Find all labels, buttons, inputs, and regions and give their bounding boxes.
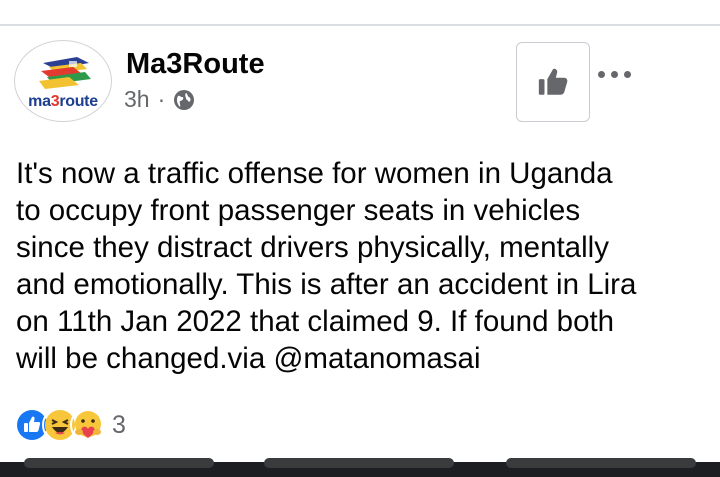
ma3route-logo-icon [39,57,91,89]
more-dot [611,70,618,78]
action-button-comment[interactable] [264,458,454,468]
post-author[interactable]: Ma3Route [126,48,265,81]
post-meta: 3h · [124,86,195,113]
top-divider [0,24,720,26]
more-dot [624,70,631,78]
post-text-line: and emotionally. This is after an accide… [16,268,637,301]
post-text-line: since they distract drivers physically, … [16,231,609,264]
post-body-text: It's now a traffic offense for women in … [16,155,706,377]
more-options-button[interactable] [598,64,638,84]
action-button-share[interactable] [506,458,696,468]
reaction-count[interactable]: 3 [112,411,126,440]
post-text-line: to occupy front passenger seats in vehic… [16,194,581,227]
avatar-logo-text: ma3route [28,93,98,110]
action-button-like[interactable] [24,458,214,468]
page-avatar[interactable]: ma3route [14,40,112,122]
care-reaction-icon [70,407,106,443]
post-text-line: will be changed.via @matanomasai [16,342,481,375]
post-text-line: It's now a traffic offense for women in … [16,157,613,190]
bottom-bar [0,458,720,477]
more-dot [598,70,605,78]
thumbs-up-icon [538,68,568,95]
meta-separator: · [157,86,166,112]
reactions-summary[interactable]: 3 [14,407,126,443]
like-page-button[interactable] [516,42,590,122]
globe-icon [174,89,195,110]
post-text-line: on 11th Jan 2022 that claimed 9. If foun… [16,305,615,338]
post-time[interactable]: 3h [124,86,150,113]
